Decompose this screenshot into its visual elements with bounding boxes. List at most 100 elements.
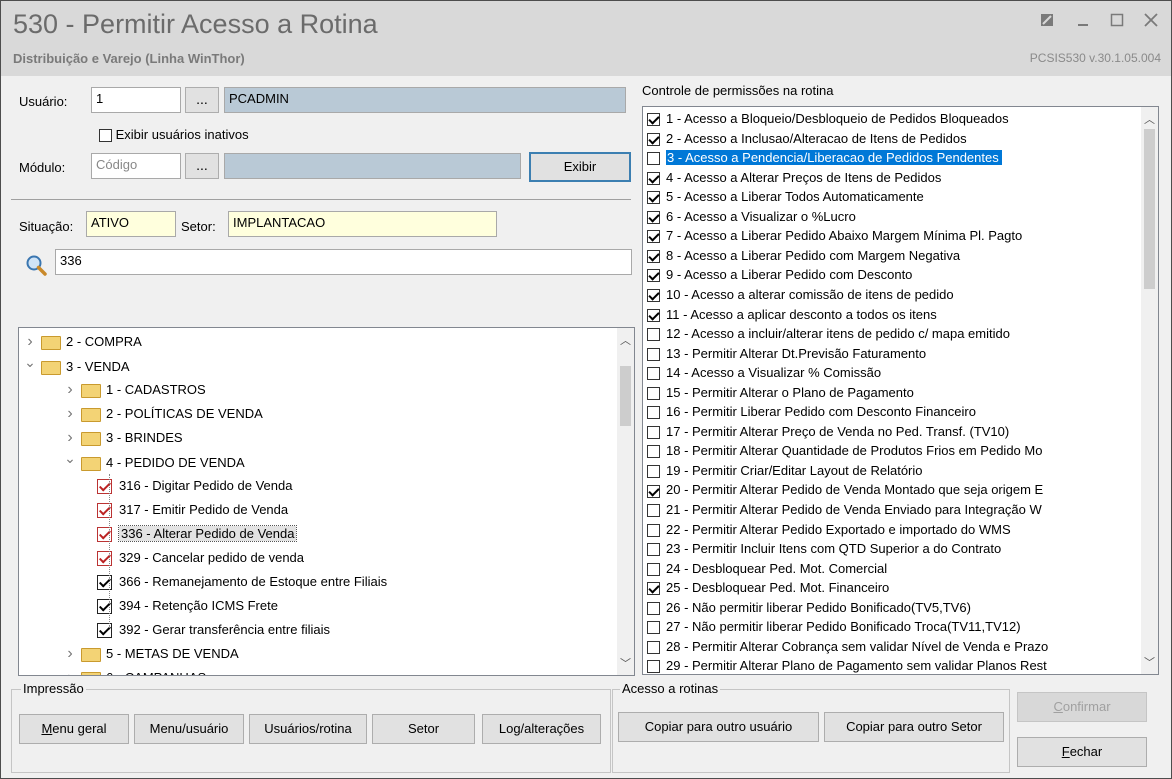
tree-item[interactable]: 394 - Retenção ICMS Frete [97,594,278,618]
permission-checkbox[interactable] [647,113,660,127]
permission-checkbox[interactable] [647,425,660,439]
tree-scrollbar[interactable]: ︿ ﹀ [617,328,634,675]
tree-item[interactable]: 366 - Remanejamento de Estoque entre Fil… [97,570,387,594]
print-users-routine-button[interactable]: Usuários/rotina [249,714,367,744]
permission-item[interactable]: 16 - Permitir Liberar Pedido com Descont… [647,402,1137,422]
permission-item[interactable]: 10 - Acesso a alterar comissão de itens … [647,285,1137,305]
permission-checkbox[interactable] [647,601,660,615]
permission-item[interactable]: 6 - Acesso a Visualizar o %Lucro [647,207,1137,227]
permission-item[interactable]: 17 - Permitir Alterar Preço de Venda no … [647,422,1137,442]
close-button[interactable]: Fechar [1017,737,1147,767]
copy-user-button[interactable]: Copiar para outro usuário [618,712,819,742]
permission-checkbox[interactable] [647,308,660,322]
permission-checkbox[interactable] [647,249,660,263]
module-code-input[interactable]: Código [91,153,181,179]
permission-checkbox[interactable] [647,562,660,576]
permission-checkbox[interactable] [647,210,660,224]
permission-item[interactable]: 3 - Acesso a Pendencia/Liberacao de Pedi… [647,148,1137,168]
permission-item[interactable]: 12 - Acesso a incluir/alterar itens de p… [647,324,1137,344]
permission-checkbox[interactable] [647,328,660,342]
permission-item[interactable]: 11 - Acesso a aplicar desconto a todos o… [647,305,1137,325]
permission-item[interactable]: 8 - Acesso a Liberar Pedido com Margem N… [647,246,1137,266]
print-menu-user-button[interactable]: Menu/usuário [134,714,244,744]
tree-folder[interactable]: › 2 - COMPRA [23,330,142,354]
show-inactive-checkbox[interactable]: Exibir usuários inativos [99,127,249,143]
permission-checkbox[interactable] [647,640,660,654]
tree-folder[interactable]: ⌄ 3 - VENDA [23,354,130,378]
expand-arrow-icon[interactable]: › [63,402,77,426]
tree-item[interactable]: 317 - Emitir Pedido de Venda [97,498,288,522]
tree-folder[interactable]: › 3 - BRINDES [63,426,182,450]
user-code-input[interactable]: 1 [91,87,181,113]
permission-item[interactable]: 26 - Não permitir liberar Pedido Bonific… [647,598,1137,618]
collapse-arrow-icon[interactable]: ⌄ [23,350,37,374]
tree-folder[interactable]: › 6 - CAMPANHAS [63,666,206,675]
tree-item[interactable]: 329 - Cancelar pedido de venda [97,546,304,570]
minimize-icon[interactable] [1071,9,1095,31]
permission-checkbox[interactable] [647,289,660,302]
tree-item[interactable]: 336 - Alterar Pedido de Venda [97,522,298,546]
permission-item[interactable]: 20 - Permitir Alterar Pedido de Venda Mo… [647,480,1137,500]
permission-item[interactable]: 9 - Acesso a Liberar Pedido com Desconto [647,265,1137,285]
copy-sector-button[interactable]: Copiar para outro Setor [824,712,1004,742]
tree-folder[interactable]: › 1 - CADASTROS [63,378,205,402]
show-button[interactable]: Exibir [529,152,631,182]
permission-checkbox[interactable] [647,386,660,400]
permission-checkbox[interactable] [647,406,660,420]
permission-checkbox[interactable] [647,347,660,361]
permission-item[interactable]: 7 - Acesso a Liberar Pedido Abaixo Marge… [647,226,1137,246]
permission-checkbox[interactable] [647,191,660,205]
permission-checkbox[interactable] [647,484,660,498]
permission-checkbox[interactable] [647,621,660,635]
permission-checkbox[interactable] [647,152,660,166]
permission-item[interactable]: 5 - Acesso a Liberar Todos Automaticamen… [647,187,1137,207]
scroll-down-icon[interactable]: ﹀ [620,655,631,671]
tree-folder[interactable]: › 5 - METAS DE VENDA [63,642,238,666]
user-search-button[interactable]: ... [185,87,219,113]
permission-item[interactable]: 22 - Permitir Alterar Pedido Exportado e… [647,520,1137,540]
permission-item[interactable]: 13 - Permitir Alterar Dt.Previsão Fatura… [647,344,1137,364]
routine-search-input[interactable]: 336 [55,249,632,275]
permission-checkbox[interactable] [647,543,660,557]
expand-arrow-icon[interactable]: › [63,378,77,402]
permission-item[interactable]: 23 - Permitir Incluir Itens com QTD Supe… [647,539,1137,559]
permission-item[interactable]: 27 - Não permitir liberar Pedido Bonific… [647,617,1137,637]
confirm-button[interactable]: Confirmar [1017,692,1147,722]
permission-item[interactable]: 25 - Desbloquear Ped. Mot. Financeiro [647,578,1137,598]
permission-checkbox[interactable] [647,171,660,185]
tree-item[interactable]: 392 - Gerar transferência entre filiais [97,618,330,642]
permission-item[interactable]: 1 - Acesso a Bloqueio/Desbloqueio de Ped… [647,109,1137,129]
scroll-up-icon[interactable]: ︿ [620,332,631,348]
permissions-scrollbar[interactable]: ︿ ﹀ [1141,107,1158,674]
permission-item[interactable]: 18 - Permitir Alterar Quantidade de Prod… [647,441,1137,461]
permission-checkbox[interactable] [647,464,660,478]
permission-checkbox[interactable] [647,660,660,674]
expand-arrow-icon[interactable]: › [63,666,77,675]
permission-checkbox[interactable] [647,523,660,537]
permission-item[interactable]: 29 - Permitir Alterar Plano de Pagamento… [647,656,1137,674]
print-log-button[interactable]: Log/alterações [482,714,601,744]
permission-checkbox[interactable] [647,445,660,459]
tree-scroll-thumb[interactable] [620,366,631,426]
permission-item[interactable]: 14 - Acesso a Visualizar % Comissão [647,363,1137,383]
scroll-up-icon[interactable]: ︿ [1144,111,1155,127]
print-sector-button[interactable]: Setor [372,714,475,744]
restore-icon[interactable] [1035,9,1059,31]
print-menu-general-button[interactable]: Menu geral [19,714,129,744]
permissions-scroll-thumb[interactable] [1144,129,1155,289]
tree-folder[interactable]: ⌄ 4 - PEDIDO DE VENDA [63,450,245,474]
inactive-checkbox-box[interactable] [99,129,112,143]
permission-checkbox[interactable] [647,230,660,244]
permission-item[interactable]: 19 - Permitir Criar/Editar Layout de Rel… [647,461,1137,481]
scroll-down-icon[interactable]: ﹀ [1144,654,1155,670]
permission-item[interactable]: 28 - Permitir Alterar Cobrança sem valid… [647,637,1137,657]
permission-item[interactable]: 2 - Acesso a Inclusao/Alteracao de Itens… [647,129,1137,149]
permission-checkbox[interactable] [647,269,660,283]
permission-item[interactable]: 4 - Acesso a Alterar Preços de Itens de … [647,168,1137,188]
tree-folder[interactable]: › 2 - POLÍTICAS DE VENDA [63,402,262,426]
tree-item[interactable]: 316 - Digitar Pedido de Venda [97,474,292,498]
permission-checkbox[interactable] [647,367,660,381]
permission-checkbox[interactable] [647,132,660,146]
permission-checkbox[interactable] [647,582,660,596]
expand-arrow-icon[interactable]: › [63,642,77,666]
